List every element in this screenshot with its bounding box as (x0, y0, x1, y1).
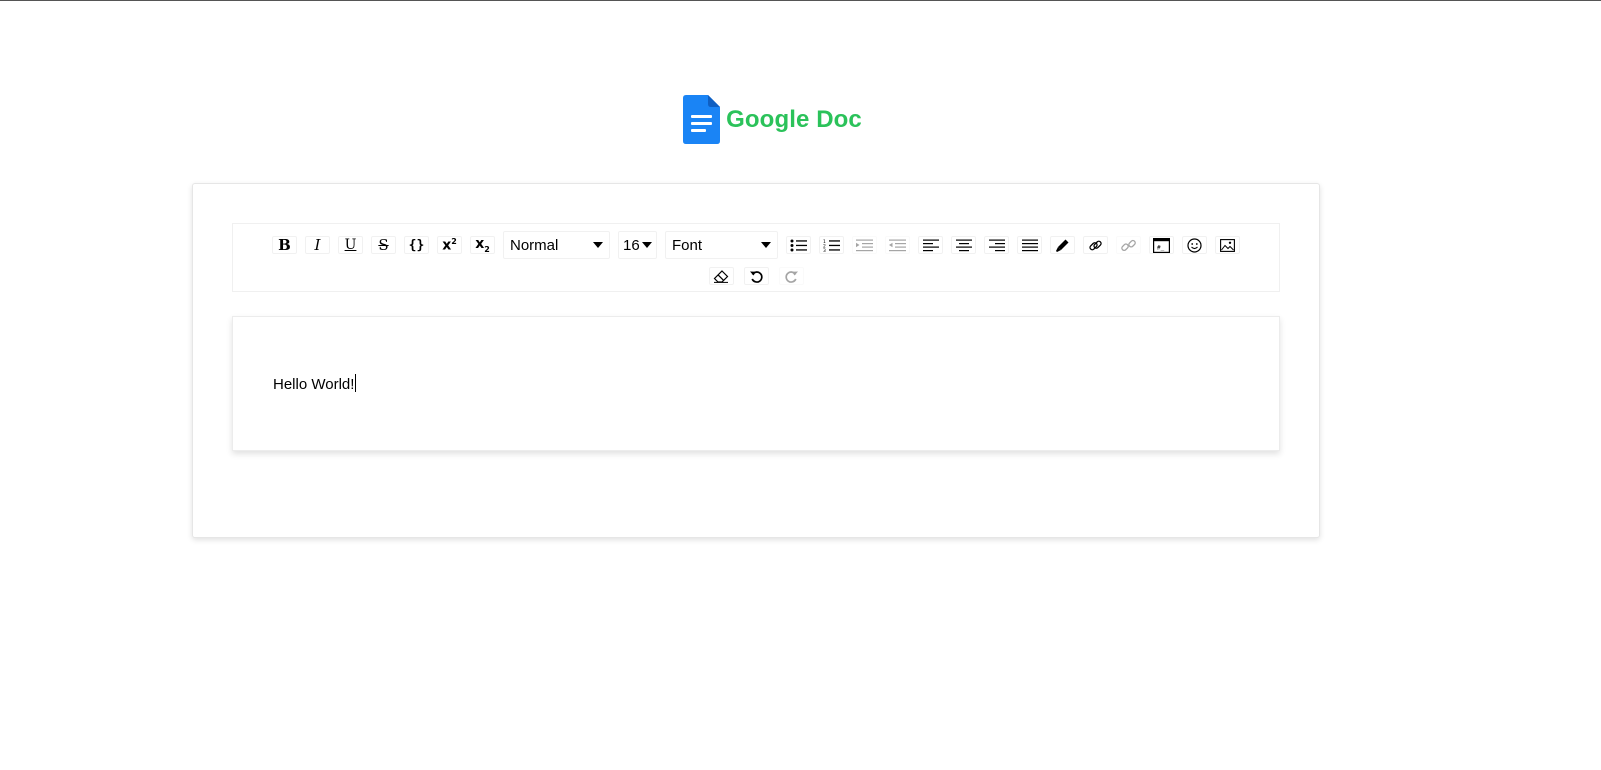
emoji-button[interactable] (1182, 236, 1207, 254)
redo-icon (784, 270, 798, 283)
undo-icon (749, 270, 763, 283)
chevron-down-icon (593, 242, 603, 248)
indent-icon (856, 239, 873, 251)
align-left-button[interactable] (918, 236, 943, 254)
block-type-value: Normal (510, 236, 559, 254)
strikethrough-button[interactable]: S (371, 236, 396, 254)
outdent-button[interactable] (885, 236, 910, 254)
app-header: Google Doc (0, 95, 1601, 144)
align-right-icon (988, 239, 1005, 251)
remove-styles-button[interactable] (708, 267, 734, 285)
link-icon (1089, 240, 1102, 250)
font-family-dropdown[interactable]: Font (665, 231, 778, 259)
emoji-icon (1187, 237, 1202, 253)
editor-content[interactable]: Hello World! (273, 374, 357, 393)
chevron-down-icon (642, 242, 652, 248)
code-button[interactable]: {} (404, 236, 429, 254)
code-braces-icon: {} (408, 237, 425, 253)
unlink-icon (1121, 239, 1136, 251)
app-title: Google Doc (726, 105, 862, 133)
image-icon (1220, 238, 1235, 252)
toolbar-row-2 (233, 264, 1279, 288)
align-left-icon (922, 239, 939, 251)
align-center-icon (955, 239, 972, 251)
color-picker-button[interactable] (1050, 236, 1075, 254)
italic-button[interactable]: I (305, 236, 330, 254)
superscript-button[interactable]: x2 (437, 236, 462, 254)
image-button[interactable] (1215, 236, 1240, 254)
bold-icon: B (278, 235, 291, 254)
unordered-list-icon (790, 239, 807, 251)
redo-button[interactable] (778, 267, 804, 285)
underline-icon: U (344, 237, 357, 253)
align-justify-button[interactable] (1017, 236, 1042, 254)
editor-toolbar: B I U S {} x2 x2 Normal 16 Font 1 2 3 #_ (232, 223, 1280, 292)
align-right-button[interactable] (984, 236, 1009, 254)
font-family-value: Font (672, 236, 703, 254)
embedded-button[interactable]: #_ (1149, 236, 1174, 254)
strikethrough-icon: S (378, 235, 389, 254)
google-doc-logo-icon (683, 95, 721, 144)
ordered-list-button[interactable]: 1 2 3 (819, 236, 844, 254)
ordered-list-icon: 1 2 3 (823, 239, 840, 252)
window-top-border (0, 0, 1601, 1)
subscript-icon: x2 (475, 236, 490, 254)
eraser-icon (713, 269, 729, 283)
block-type-dropdown[interactable]: Normal (503, 231, 610, 259)
indent-button[interactable] (852, 236, 877, 254)
undo-button[interactable] (743, 267, 769, 285)
link-button[interactable] (1083, 236, 1108, 254)
superscript-icon: x2 (442, 236, 457, 254)
unordered-list-button[interactable] (786, 236, 811, 254)
font-size-dropdown[interactable]: 16 (618, 231, 657, 259)
align-justify-icon (1021, 239, 1038, 251)
embedded-icon: #_ (1153, 237, 1170, 253)
document-editor[interactable]: Hello World! (232, 316, 1280, 451)
outdent-icon (889, 239, 906, 251)
editor-card: B I U S {} x2 x2 Normal 16 Font 1 2 3 #_… (192, 183, 1320, 538)
text-cursor (355, 374, 357, 392)
unlink-button[interactable] (1116, 236, 1141, 254)
bold-button[interactable]: B (272, 236, 297, 254)
color-picker-icon (1056, 239, 1069, 252)
underline-button[interactable]: U (338, 236, 363, 254)
editor-paragraph: Hello World! (273, 376, 355, 393)
align-center-button[interactable] (951, 236, 976, 254)
font-size-value: 16 (623, 236, 640, 254)
chevron-down-icon (761, 242, 771, 248)
italic-icon: I (314, 235, 321, 254)
svg-text:#_: #_ (1157, 244, 1165, 251)
subscript-button[interactable]: x2 (470, 236, 495, 254)
svg-text:3: 3 (823, 248, 826, 252)
toolbar-row-1: B I U S {} x2 x2 Normal 16 Font 1 2 3 #_ (233, 230, 1279, 260)
